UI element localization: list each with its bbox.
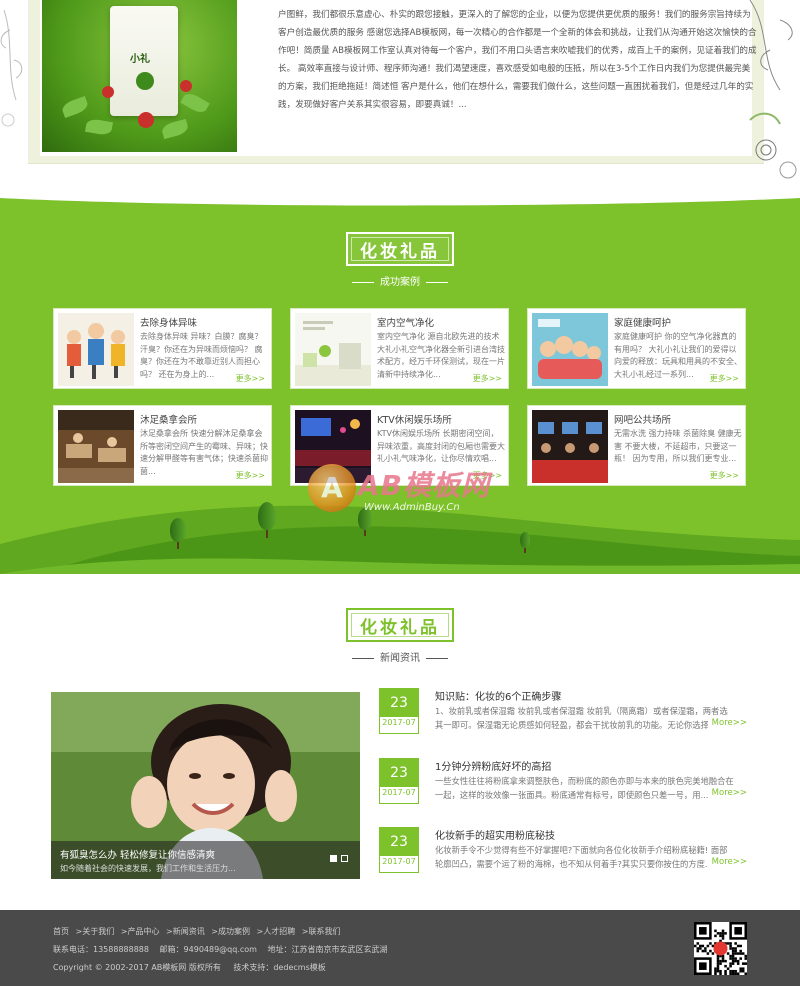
case-thumbnail: [295, 313, 371, 386]
product-box-title: 小礼: [130, 54, 150, 65]
watermark-text: AB模板网: [358, 469, 491, 502]
watermark-logo: A AB模板网 Www.AdminBuy.Cn: [296, 450, 506, 530]
rose-icon: [138, 112, 154, 128]
news-title[interactable]: 1分钟分辨粉底好坏的高招: [435, 758, 551, 773]
section-subtitle-text: 成功案例: [380, 277, 420, 288]
footer-nav-contact[interactable]: >联系我们: [302, 927, 341, 936]
about-frame: 小礼 户图鲜，我们都很乐意虚心、朴实的跟您接触，更深入的了解您的企业，以便为您提…: [28, 0, 764, 164]
case-title[interactable]: 家庭健康呵护: [614, 315, 671, 329]
news-year-month: 2017-07: [382, 857, 416, 866]
case-desc: 家庭健康呵护 你的空气净化器真的有用吗？ 大礼小礼让我们的爱得以向爱的释放：玩具…: [614, 332, 742, 379]
case-item[interactable]: 家庭健康呵护 家庭健康呵护 你的空气净化器真的有用吗？ 大礼小礼让我们的爱得以向…: [527, 308, 746, 389]
flower-decoration-right: [749, 0, 797, 179]
product-photo: 小礼: [42, 0, 237, 152]
footer-nav-about[interactable]: >关于我们: [76, 927, 115, 936]
section-subtitle: 新闻资讯: [0, 649, 800, 664]
news-desc: 一些女性往往将粉底拿来调整肤色，而粉底的颜色亦即与本来的肤色完美地融合在一起，这…: [435, 776, 734, 800]
section-wave: [0, 192, 800, 206]
case-title[interactable]: 网吧公共场所: [614, 412, 671, 426]
footer-phone: 联系电话：13588888888: [53, 945, 149, 954]
leaf-icon: [180, 90, 210, 116]
tech-support-text: 技术支持：dedecms模板: [233, 963, 326, 972]
case-more-link[interactable]: 更多>>: [470, 373, 502, 384]
news-date: 23 2017-07: [379, 758, 419, 804]
case-title[interactable]: 沐足桑拿会所: [140, 412, 197, 426]
footer: 首页 >关于我们 >产品中心 >新闻资讯 >成功案例 >人才招聘 >联系我们 联…: [0, 910, 800, 986]
leaf-icon: [84, 117, 114, 137]
leaf-icon: [160, 118, 190, 140]
case-item[interactable]: 室内空气净化 室内空气净化 源自北欧先进的技术 大礼小礼空气净化器全新引进台湾技…: [290, 308, 509, 389]
case-more-link[interactable]: 更多>>: [707, 373, 739, 384]
section-logo: 化妆礼品: [346, 232, 454, 266]
news-day: 23: [380, 689, 418, 717]
watermark-url: Www.AdminBuy.Cn: [364, 502, 460, 513]
rose-icon: [102, 86, 114, 98]
footer-contact: 联系电话：13588888888 邮箱：9490489@qq.com 地址：江苏…: [53, 944, 396, 955]
news-item[interactable]: 23 2017-07 知识贴：化妆的6个正确步骤 1、妆前乳或者保湿霜 妆前乳或…: [379, 688, 751, 750]
news-section: 化妆礼品 新闻资讯 有狐臭怎么办 轻松修复让你信感清爽 如今随着社会的快速发展，…: [0, 574, 800, 910]
news-more-link[interactable]: More>>: [707, 857, 747, 867]
news-title[interactable]: 知识贴：化妆的6个正确步骤: [435, 688, 561, 703]
case-more-link[interactable]: 更多>>: [233, 373, 265, 384]
footer-nav-products[interactable]: >产品中心: [121, 927, 160, 936]
footer-copyright: Copyright © 2002-2017 AB模板网 版权所有 技术支持：de…: [53, 962, 336, 973]
qr-code-icon: [694, 922, 747, 975]
case-item[interactable]: 去除身体异味 去除身体异味 异味？白膜？腐臭？汗臭？你还在为异味而烦恼吗？ 腐臭…: [53, 308, 272, 389]
case-desc: 室内空气净化 源自北欧先进的技术 大礼小礼空气净化器全新引进台湾技术配方，经万千…: [377, 332, 505, 379]
section-subtitle: 成功案例: [0, 273, 800, 288]
news-photo-title[interactable]: 有狐臭怎么办 轻松修复让你信感清爽: [60, 847, 215, 861]
case-title[interactable]: 去除身体异味: [140, 315, 197, 329]
news-photo-summary: 如今随着社会的快速发展，我们工作和生活压力...: [60, 864, 236, 873]
cases-section: 化妆礼品 成功案例 去除身体异味 去除身体异味 异味？白膜？腐臭？汗臭？你还在为…: [0, 192, 800, 574]
footer-nav-home[interactable]: 首页: [53, 927, 69, 936]
section-logo: 化妆礼品: [346, 608, 454, 642]
news-year-month: 2017-07: [382, 718, 416, 727]
slider-dot[interactable]: [341, 855, 348, 862]
case-title[interactable]: 室内空气净化: [377, 315, 434, 329]
flower-decoration-left: [0, 9, 23, 127]
about-card: 小礼 户图鲜，我们都很乐意虚心、朴实的跟您接触，更深入的了解您的企业，以便为您提…: [40, 0, 757, 156]
news-more-link[interactable]: More>>: [707, 788, 747, 798]
leaf-icon: [60, 95, 90, 119]
footer-address: 地址：江苏省南京市玄武区玄武湖: [267, 945, 388, 954]
news-year-month: 2017-07: [382, 788, 416, 797]
section-subtitle-text: 新闻资讯: [380, 653, 420, 664]
footer-email: 邮箱：9490489@qq.com: [159, 945, 257, 954]
footer-nav: 首页 >关于我们 >产品中心 >新闻资讯 >成功案例 >人才招聘 >联系我们: [53, 926, 345, 937]
case-title[interactable]: KTV休闲娱乐场所: [377, 412, 452, 426]
news-photo-caption: 有狐臭怎么办 轻松修复让你信感清爽 如今随着社会的快速发展，我们工作和生活压力.…: [51, 841, 360, 879]
slider-dots: [326, 847, 348, 866]
news-day: 23: [380, 759, 418, 787]
news-desc: 化妆新手令不少觉得有些不好掌握吧?下面就向各位化妆新手介绍粉底秘籍! 面部轮廓凹…: [435, 845, 728, 869]
news-title[interactable]: 化妆新手的超实用粉底秘技: [435, 827, 555, 842]
slider-dot[interactable]: [330, 855, 337, 862]
news-desc: 1、妆前乳或者保湿霜 妆前乳或者保湿霜 妆前乳（隔离霜）或者保湿霜，两者选其一即…: [435, 706, 728, 730]
news-more-link[interactable]: More>>: [707, 718, 747, 728]
case-thumbnail: [58, 313, 134, 386]
news-featured-photo[interactable]: 有狐臭怎么办 轻松修复让你信感清爽 如今随着社会的快速发展，我们工作和生活压力.…: [51, 692, 360, 879]
news-day: 23: [380, 828, 418, 856]
footer-nav-cases[interactable]: >成功案例: [211, 927, 250, 936]
about-text: 户图鲜，我们都很乐意虚心、朴实的跟您接触，更深入的了解您的企业，以便为您提供更优…: [278, 10, 757, 110]
watermark-a-icon: A: [308, 464, 356, 512]
rose-icon: [180, 80, 192, 92]
footer-nav-news[interactable]: >新闻资讯: [166, 927, 205, 936]
case-thumbnail: [532, 313, 608, 386]
footer-nav-jobs[interactable]: >人才招聘: [257, 927, 296, 936]
about-section: 小礼 户图鲜，我们都很乐意虚心、朴实的跟您接触，更深入的了解您的企业，以便为您提…: [0, 0, 800, 192]
tree-icon: [136, 72, 154, 90]
case-desc: 去除身体异味 异味？白膜？腐臭？汗臭？你还在为异味而烦恼吗？ 腐臭？你还在为不敢…: [140, 332, 263, 379]
news-item[interactable]: 23 2017-07 化妆新手的超实用粉底秘技 化妆新手令不少觉得有些不好掌握吧…: [379, 827, 751, 889]
news-item[interactable]: 23 2017-07 1分钟分辨粉底好坏的高招 一些女性往往将粉底拿来调整肤色，…: [379, 758, 751, 820]
news-date: 23 2017-07: [379, 827, 419, 873]
copyright-text: Copyright © 2002-2017 AB模板网 版权所有: [53, 963, 221, 972]
news-date: 23 2017-07: [379, 688, 419, 734]
